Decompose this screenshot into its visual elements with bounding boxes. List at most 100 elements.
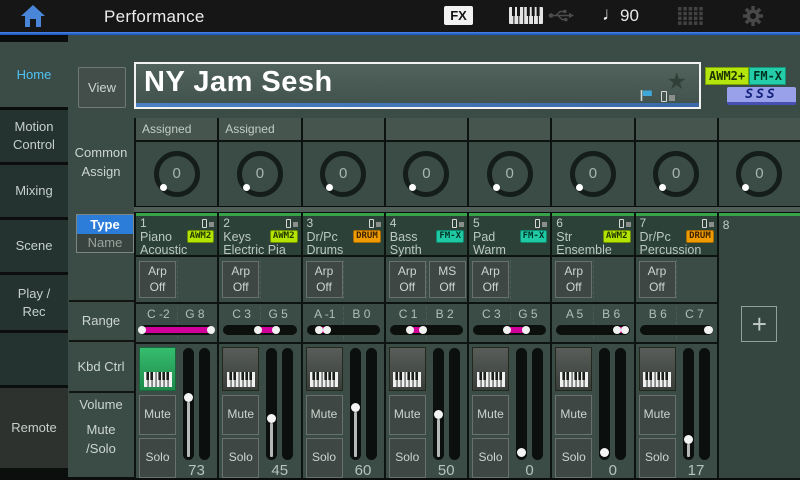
range-high-handle[interactable]: [705, 326, 713, 334]
volume-value: 0: [594, 462, 631, 479]
sidebar-item-play-rec[interactable]: Play / Rec: [0, 275, 68, 330]
kbd-ctrl-button[interactable]: [639, 347, 676, 391]
range-high-handle[interactable]: [323, 326, 331, 334]
range-high-handle[interactable]: [522, 326, 530, 334]
arp-onoff-button[interactable]: Arp Off: [389, 261, 426, 298]
volume-fader[interactable]: [516, 348, 527, 460]
part-memory-icon: [202, 219, 214, 228]
range-slider[interactable]: [640, 325, 713, 335]
arp-onoff-button[interactable]: Arp Off: [472, 261, 509, 298]
part-header[interactable]: 7 Dr/Pc DRUM Percussion: [636, 213, 717, 255]
solo-button[interactable]: Solo: [139, 438, 176, 478]
part-header[interactable]: 3 Dr/Pc DRUM Drums: [303, 213, 384, 255]
sidebar-item-motion-control[interactable]: Motion Control: [0, 110, 68, 162]
kbd-ctrl-button[interactable]: [555, 347, 592, 391]
arp-onoff-button[interactable]: Arp Off: [555, 261, 592, 298]
tempo-value[interactable]: 90: [620, 6, 639, 26]
arp-onoff-button[interactable]: Arp Off: [306, 261, 343, 298]
mute-button[interactable]: Mute: [472, 395, 509, 435]
part-name: Synth: [390, 243, 464, 257]
range-low-handle[interactable]: [254, 326, 262, 334]
sidebar-item-remote[interactable]: Remote: [0, 388, 68, 468]
volume-fader[interactable]: [183, 348, 194, 460]
fader-handle[interactable]: [600, 448, 609, 457]
solo-button[interactable]: Solo: [472, 438, 509, 478]
part-header[interactable]: 4 Bass FM-X Synth: [386, 213, 467, 255]
volume-fader[interactable]: [433, 348, 444, 460]
sidebar-item-mixing[interactable]: Mixing: [0, 165, 68, 217]
solo-button[interactable]: Solo: [306, 438, 343, 478]
kbd-ctrl-row-label: Kbd Ctrl: [68, 341, 134, 392]
part-header[interactable]: 5 Pad FM-X Warm: [469, 213, 550, 255]
mute-button[interactable]: Mute: [389, 395, 426, 435]
name-tab[interactable]: Name: [77, 234, 133, 252]
volume-fader[interactable]: [266, 348, 277, 460]
range-high-handle[interactable]: [207, 326, 215, 334]
knob-value: 0: [741, 165, 777, 182]
arp-onoff-button[interactable]: Arp Off: [639, 261, 676, 298]
part-category: Bass: [390, 230, 418, 244]
fader-handle[interactable]: [434, 410, 443, 419]
sidebar-item-scene[interactable]: Scene: [0, 220, 68, 272]
range-high-handle[interactable]: [621, 326, 629, 334]
home-icon[interactable]: [20, 4, 46, 28]
mute-button[interactable]: Mute: [139, 395, 176, 435]
tempo-note-icon[interactable]: ♩: [602, 4, 621, 26]
range-slider[interactable]: [307, 325, 380, 335]
pad-grid-icon[interactable]: [678, 7, 703, 25]
fader-handle[interactable]: [267, 414, 276, 423]
assign-knob[interactable]: 0: [320, 151, 366, 197]
volume-fader[interactable]: [599, 348, 610, 460]
solo-button[interactable]: Solo: [639, 438, 676, 478]
mute-button[interactable]: Mute: [222, 395, 259, 435]
assign-knob[interactable]: 0: [403, 151, 449, 197]
range-slider[interactable]: [140, 325, 213, 335]
range-slider[interactable]: [473, 325, 546, 335]
range-slider[interactable]: [390, 325, 463, 335]
assign-knob[interactable]: 0: [237, 151, 283, 197]
volume-fader[interactable]: [683, 348, 694, 460]
kbd-ctrl-button[interactable]: [222, 347, 259, 391]
volume-fader[interactable]: [350, 348, 361, 460]
range-low-handle[interactable]: [315, 326, 323, 334]
view-button[interactable]: View: [78, 67, 126, 108]
arp-onoff-button[interactable]: Arp Off: [139, 261, 176, 298]
kbd-ctrl-button[interactable]: [389, 347, 426, 391]
part-number: 4: [390, 216, 397, 230]
part-header[interactable]: 1 Piano AWM2 Acoustic: [136, 213, 217, 255]
type-tab[interactable]: Type: [77, 215, 133, 234]
performance-name-box[interactable]: NY Jam Sesh ★: [134, 62, 701, 109]
add-part-button[interactable]: +: [741, 306, 777, 342]
utility-gear-icon[interactable]: [743, 6, 763, 26]
range-low-handle[interactable]: [613, 326, 621, 334]
solo-button[interactable]: Solo: [389, 438, 426, 478]
arp-onoff-button[interactable]: Arp Off: [222, 261, 259, 298]
mute-button[interactable]: Mute: [306, 395, 343, 435]
fader-handle[interactable]: [684, 435, 693, 444]
assign-knob[interactable]: 0: [154, 151, 200, 197]
keyboard-icon[interactable]: [509, 7, 543, 24]
fader-handle[interactable]: [517, 448, 526, 457]
fx-badge-icon[interactable]: FX: [444, 6, 473, 25]
part-header[interactable]: 6 Str AWM2 Ensemble: [552, 213, 633, 255]
mute-button[interactable]: Mute: [555, 395, 592, 435]
fader-handle[interactable]: [184, 393, 193, 402]
mute-button[interactable]: Mute: [639, 395, 676, 435]
part-header[interactable]: 2 Keys AWM2 Electric Pia: [219, 213, 300, 255]
kbd-ctrl-button[interactable]: [306, 347, 343, 391]
assign-knob[interactable]: 0: [487, 151, 533, 197]
range-high-handle[interactable]: [272, 326, 280, 334]
kbd-ctrl-button[interactable]: [472, 347, 509, 391]
assign-knob[interactable]: 0: [736, 151, 782, 197]
fader-handle[interactable]: [351, 403, 360, 412]
range-slider[interactable]: [223, 325, 296, 335]
solo-button[interactable]: Solo: [222, 438, 259, 478]
kbd-ctrl-button[interactable]: [139, 347, 176, 391]
range-slider[interactable]: [556, 325, 629, 335]
solo-button[interactable]: Solo: [555, 438, 592, 478]
motion-seq-onoff-button[interactable]: MS Off: [429, 261, 466, 298]
range-high-handle[interactable]: [419, 326, 427, 334]
assign-knob[interactable]: 0: [653, 151, 699, 197]
assign-knob[interactable]: 0: [570, 151, 616, 197]
sidebar-item-home[interactable]: Home: [0, 42, 68, 107]
